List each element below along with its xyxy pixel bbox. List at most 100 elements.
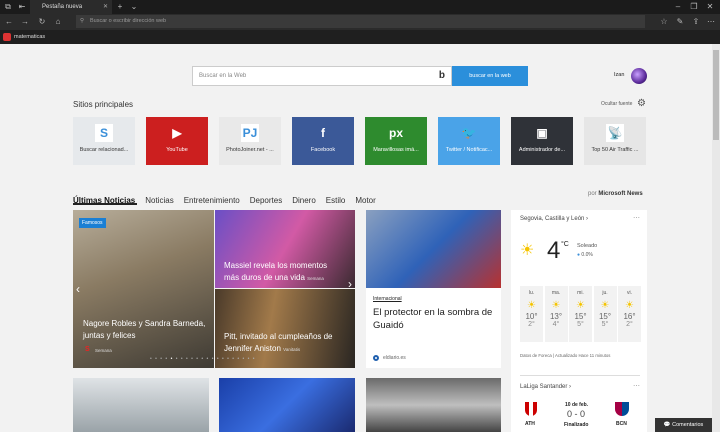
news-source-name[interactable]: Microsoft News (598, 191, 642, 197)
tab-title: Pestaña nueva (42, 4, 83, 10)
more-icon[interactable]: ⋯ (633, 382, 640, 390)
user-name[interactable]: Izan (614, 72, 624, 78)
weather-temp: 4 (547, 237, 561, 264)
story-source: Semana (307, 276, 324, 281)
site-icon: ▣ (536, 126, 548, 140)
top-site-tile[interactable]: S Buscar relacionad... (73, 117, 135, 165)
story-card[interactable] (366, 378, 501, 432)
hide-feed-link[interactable]: Ocultar fuente (601, 101, 632, 107)
pen-icon[interactable]: ✎ (674, 15, 686, 29)
top-site-tile[interactable]: 🐦 Twitter / Notificac... (438, 117, 500, 165)
droplet-icon: ● (577, 252, 581, 258)
day-label: lu. (528, 290, 535, 296)
feedback-button[interactable]: 💬 Comentarios (655, 418, 712, 432)
news-tab[interactable]: Noticias (145, 196, 173, 205)
chevron-down-icon[interactable]: ⌄ (128, 0, 140, 14)
high-temp: 13° (549, 312, 563, 321)
scrollbar[interactable] (712, 44, 720, 432)
day-label: vi. (627, 290, 632, 296)
address-bar[interactable]: ⚲ Buscar o escribir dirección web (76, 15, 645, 28)
tab-new-tab[interactable]: Pestaña nueva ✕ (30, 0, 112, 14)
league-link[interactable]: LaLiga Santander › (520, 384, 571, 390)
favorite-icon (3, 33, 11, 41)
weather-location[interactable]: Segovia, Castilla y León › (520, 216, 588, 222)
top-site-tile[interactable]: PJ PhotoJoiner.net - ... (219, 117, 281, 165)
carousel-prev-icon[interactable]: ‹ (76, 282, 80, 296)
close-window-icon[interactable]: ✕ (704, 0, 716, 14)
carousel-story-top[interactable]: Massiel revela los momentos más duros de… (215, 210, 355, 288)
top-site-tile[interactable]: px Maravillosas imá... (365, 117, 427, 165)
site-icon: ▶ (172, 126, 182, 140)
day-label: ma. (551, 290, 561, 296)
weather-unit: °C (561, 241, 569, 248)
avatar[interactable] (631, 68, 647, 84)
tile-label: Administrador de... (518, 147, 566, 153)
web-search-input[interactable]: Buscar en la Web b (192, 66, 452, 86)
low-temp: 2° (626, 321, 633, 328)
favorite-matematicas[interactable]: matematicas (14, 30, 45, 44)
news-tab[interactable]: Motor (355, 196, 375, 205)
share-icon[interactable]: ⇪ (690, 15, 702, 29)
news-tab[interactable]: Deportes (250, 196, 282, 205)
home-team: ATH (525, 421, 535, 427)
bing-icon: b (438, 70, 445, 81)
carousel-main-story[interactable]: Famosos Nagore Robles y Sandra Barneda, … (73, 210, 214, 368)
favorites-icon[interactable]: ☆ (658, 15, 670, 29)
feature-story-card[interactable]: Internacional El protector en la sombra … (366, 210, 501, 368)
favorites-bar: matematicas (0, 30, 720, 44)
source-logo-icon: S (85, 346, 90, 353)
top-site-tile[interactable]: f Facebook (292, 117, 354, 165)
athletic-crest-icon (525, 402, 537, 416)
news-tab[interactable]: Dinero (292, 196, 316, 205)
close-tab-icon[interactable]: ✕ (103, 0, 108, 14)
gear-icon[interactable]: ⚙ (637, 98, 646, 109)
weather-condition: Soleado (577, 243, 598, 249)
news-tab[interactable]: Estilo (326, 196, 346, 205)
category-badge[interactable]: Famosos (79, 218, 106, 228)
carousel-pagination[interactable]: • • • • • • • • • • • • • • • • • • • • … (150, 356, 256, 362)
news-tabs: Últimas Noticias Noticias Entretenimiento D… (73, 190, 386, 208)
forecast-day[interactable]: mi. ☀ 15° 5° (569, 286, 592, 342)
barcelona-crest-icon (615, 402, 629, 416)
site-icon: 🐦 (461, 126, 477, 140)
set-aside-icon[interactable]: ⇤ (16, 0, 28, 14)
carousel-next-icon[interactable]: › (348, 277, 352, 291)
tabs-aside-icon[interactable]: ⧉ (2, 0, 14, 14)
forecast-day[interactable]: vi. ☀ 16° 2° (618, 286, 641, 342)
tile-label: Top 50 Air Traffic ... (591, 147, 639, 153)
top-site-tile[interactable]: ▶ YouTube (146, 117, 208, 165)
story-source: eldiario.es (383, 355, 406, 361)
story-card[interactable] (219, 378, 355, 432)
forward-icon[interactable]: → (19, 15, 31, 29)
top-site-tile[interactable]: ▣ Administrador de... (511, 117, 573, 165)
forecast-day[interactable]: ju. ☀ 15° 5° (593, 286, 617, 342)
tile-label: YouTube (166, 147, 188, 153)
refresh-icon[interactable]: ↻ (36, 15, 48, 29)
minimize-icon[interactable]: – (672, 0, 684, 14)
top-site-tile[interactable]: 📡 Top 50 Air Traffic ... (584, 117, 646, 165)
story-source: Vanitatis (283, 347, 301, 352)
story-title: Pitt, invitado al cumpleaños de Jennifer… (224, 332, 333, 353)
match-score: 0 - 0 (567, 409, 586, 419)
site-icon: PJ (241, 124, 259, 142)
forecast-day[interactable]: ma. ☀ 13° 4° (544, 286, 568, 342)
news-tab[interactable]: Entretenimiento (184, 196, 240, 205)
back-icon[interactable]: ← (3, 15, 15, 29)
forecast-day[interactable]: lu. ☀ 10° 2° (520, 286, 543, 342)
more-icon[interactable]: ⋯ (705, 15, 717, 29)
restore-icon[interactable]: ❐ (688, 0, 700, 14)
weather-footer: Datos de Foreca | Actualizado Hace 11 mi… (520, 353, 611, 358)
site-icon: px (388, 126, 403, 140)
sun-icon: ☀ (600, 300, 610, 311)
search-icon: ⚲ (80, 18, 85, 24)
search-web-button[interactable]: buscar en la web (452, 66, 528, 86)
new-tab-icon[interactable]: + (114, 0, 126, 14)
home-icon[interactable]: ⌂ (52, 15, 64, 29)
news-source-prefix: por (588, 191, 597, 197)
tile-label: Facebook (310, 147, 336, 153)
story-card[interactable] (73, 378, 209, 432)
match-status: Finalizado (564, 422, 589, 428)
sun-icon: ☀ (551, 300, 561, 311)
more-icon[interactable]: ⋯ (633, 214, 640, 222)
story-category[interactable]: Internacional (373, 296, 402, 302)
